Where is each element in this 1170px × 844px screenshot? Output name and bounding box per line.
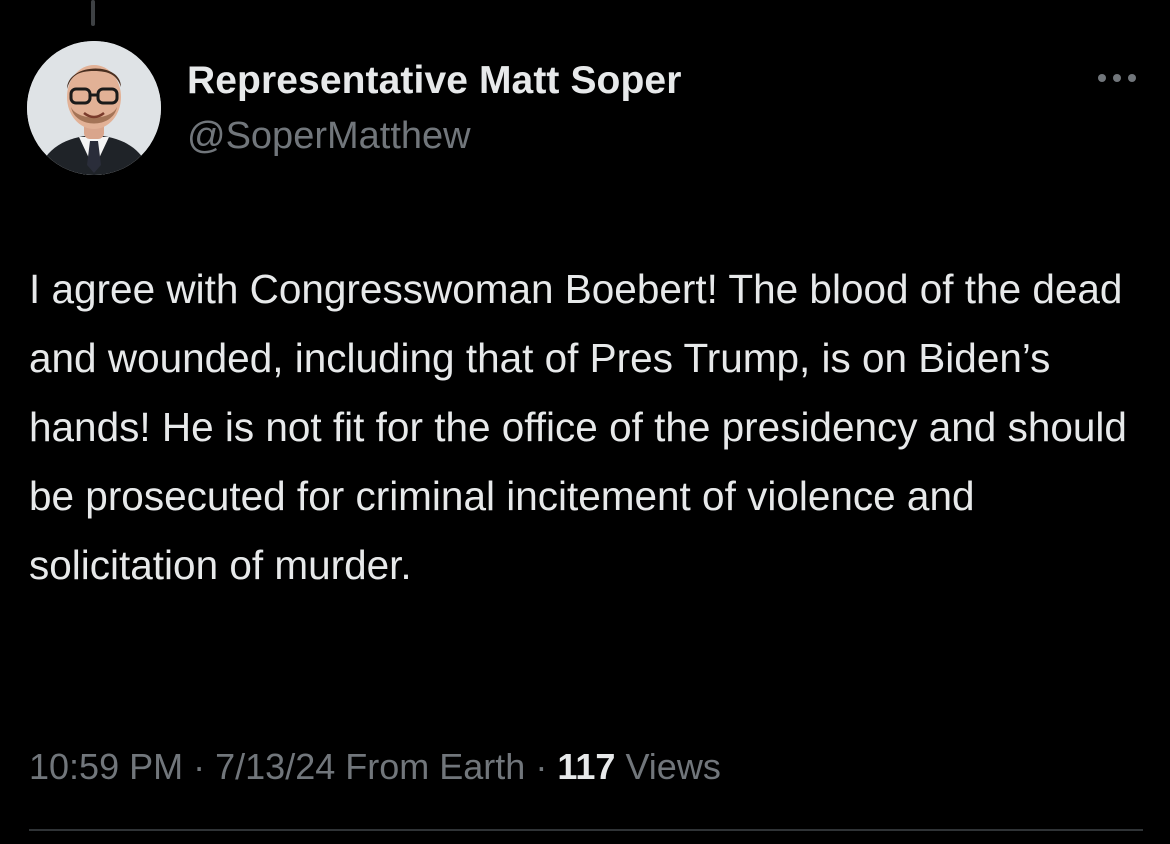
divider: [29, 829, 1143, 831]
author-display-name[interactable]: Representative Matt Soper: [187, 59, 681, 103]
thread-connector-line: [91, 0, 95, 26]
more-horizontal-icon[interactable]: [1094, 66, 1140, 90]
meta-separator: ·: [193, 746, 206, 787]
tweet-date[interactable]: 7/13/24: [215, 746, 335, 787]
tweet-metadata: 10:59 PM · 7/13/24 From Earth · 117 View…: [29, 746, 721, 788]
meta-separator: ·: [535, 746, 548, 787]
tweet-time[interactable]: 10:59 PM: [29, 746, 183, 787]
views-label: Views: [625, 746, 721, 787]
avatar[interactable]: [27, 41, 161, 175]
tweet-location: From Earth: [345, 746, 526, 787]
views-count: 117: [557, 746, 616, 787]
profile-photo-icon: [27, 41, 161, 175]
author-handle[interactable]: @SoperMatthew: [187, 115, 471, 158]
tweet-text: I agree with Congresswoman Boebert! The …: [29, 266, 1139, 588]
